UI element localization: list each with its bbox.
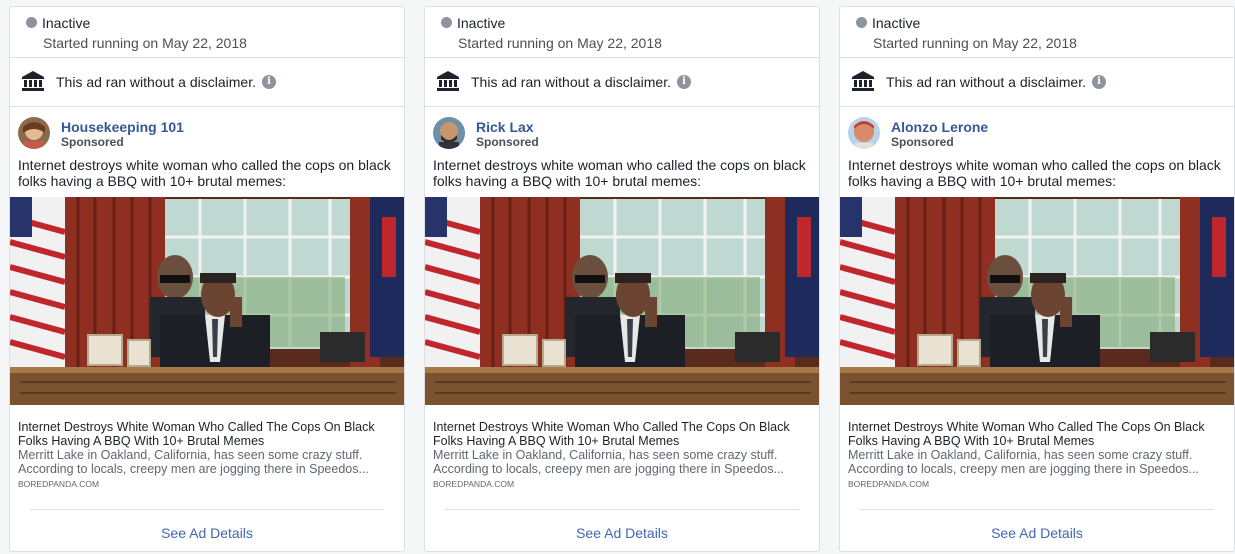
ad-photo — [10, 197, 404, 405]
link-title[interactable]: Internet Destroys White Woman Who Called… — [18, 420, 402, 448]
ad-status-row: Inactive Started running on May 22, 2018 — [10, 7, 404, 58]
ad-photo — [840, 197, 1234, 405]
disclaimer-row: This ad ran without a disclaimer. i — [840, 58, 1234, 107]
link-title[interactable]: Internet Destroys White Woman Who Called… — [433, 420, 817, 448]
see-ad-details-link[interactable]: See Ad Details — [840, 525, 1234, 541]
divider — [30, 509, 384, 510]
disclaimer-row: This ad ran without a disclaimer. i — [10, 58, 404, 107]
info-icon[interactable]: i — [1092, 75, 1106, 89]
ad-body-text: Internet destroys white woman who called… — [18, 157, 391, 189]
avatar[interactable] — [848, 117, 880, 149]
divider — [445, 509, 799, 510]
link-description: Merritt Lake in Oakland, California, has… — [18, 448, 369, 476]
start-date: Started running on May 22, 2018 — [43, 35, 247, 51]
status-dot-icon — [26, 17, 37, 28]
ad-card: Inactive Started running on May 22, 2018… — [424, 6, 820, 552]
ad-status: Inactive — [457, 15, 506, 31]
ad-status: Inactive — [42, 15, 91, 31]
status-dot-icon — [856, 17, 867, 28]
divider — [860, 509, 1214, 510]
ad-card: Inactive Started running on May 22, 2018… — [9, 6, 405, 552]
info-icon[interactable]: i — [262, 75, 276, 89]
start-date: Started running on May 22, 2018 — [458, 35, 662, 51]
ad-status-row: Inactive Started running on May 22, 2018 — [840, 7, 1234, 58]
link-title[interactable]: Internet Destroys White Woman Who Called… — [848, 420, 1232, 448]
start-date: Started running on May 22, 2018 — [873, 35, 1077, 51]
link-description: Merritt Lake in Oakland, California, has… — [848, 448, 1199, 476]
bank-building-icon — [437, 71, 459, 91]
see-ad-details-link[interactable]: See Ad Details — [10, 525, 404, 541]
disclaimer-text: This ad ran without a disclaimer. — [471, 74, 671, 90]
disclaimer-text: This ad ran without a disclaimer. — [886, 74, 1086, 90]
disclaimer-row: This ad ran without a disclaimer. i — [425, 58, 819, 107]
status-dot-icon — [441, 17, 452, 28]
info-icon[interactable]: i — [677, 75, 691, 89]
page-name-link[interactable]: Alonzo Lerone — [891, 119, 988, 135]
bank-building-icon — [852, 71, 874, 91]
see-ad-details-link[interactable]: See Ad Details — [425, 525, 819, 541]
link-description: Merritt Lake in Oakland, California, has… — [433, 448, 784, 476]
sponsored-label: Sponsored — [891, 135, 954, 149]
disclaimer-text: This ad ran without a disclaimer. — [56, 74, 256, 90]
page-name-link[interactable]: Housekeeping 101 — [61, 119, 184, 135]
avatar[interactable] — [18, 117, 50, 149]
page-name-link[interactable]: Rick Lax — [476, 119, 534, 135]
sponsored-label: Sponsored — [476, 135, 539, 149]
ad-card: Inactive Started running on May 22, 2018… — [839, 6, 1235, 552]
ad-header: Rick Lax Sponsored — [425, 107, 819, 151]
link-domain: BOREDPANDA.COM — [848, 479, 930, 489]
sponsored-label: Sponsored — [61, 135, 124, 149]
ad-header: Housekeeping 101 Sponsored — [10, 107, 404, 151]
ad-header: Alonzo Lerone Sponsored — [840, 107, 1234, 151]
bank-building-icon — [22, 71, 44, 91]
ad-status-row: Inactive Started running on May 22, 2018 — [425, 7, 819, 58]
ad-image[interactable] — [840, 197, 1234, 405]
link-domain: BOREDPANDA.COM — [18, 479, 100, 489]
ad-image[interactable] — [425, 197, 819, 405]
avatar[interactable] — [433, 117, 465, 149]
ad-body-text: Internet destroys white woman who called… — [848, 157, 1221, 189]
ad-photo — [425, 197, 819, 405]
ad-status: Inactive — [872, 15, 921, 31]
ad-body-text: Internet destroys white woman who called… — [433, 157, 806, 189]
ad-image[interactable] — [10, 197, 404, 405]
link-domain: BOREDPANDA.COM — [433, 479, 515, 489]
